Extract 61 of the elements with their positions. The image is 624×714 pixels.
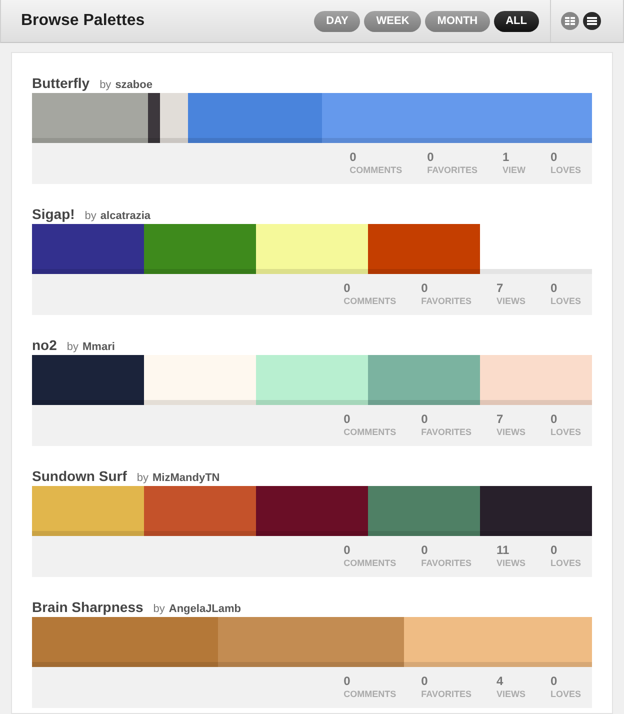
stat-label: FAVORITES bbox=[421, 557, 472, 569]
stat-count: 7 bbox=[496, 412, 504, 426]
byline-prefix: by bbox=[66, 340, 79, 355]
time-filter-tab[interactable]: ALL bbox=[494, 10, 539, 32]
stat-count: 1 bbox=[502, 150, 510, 164]
stat-count: 0 bbox=[344, 412, 352, 426]
stat-label: LOVES bbox=[550, 164, 581, 176]
grid-icon bbox=[565, 17, 575, 25]
page-title: Browse Palettes bbox=[20, 11, 145, 31]
palette-title-link[interactable]: no2 bbox=[32, 336, 57, 354]
stat-label: COMMENTS bbox=[344, 295, 396, 307]
byline-prefix: by bbox=[136, 471, 149, 486]
byline-prefix: by bbox=[100, 78, 112, 93]
byline-prefix: by bbox=[84, 209, 96, 224]
stat-count: 11 bbox=[496, 543, 510, 557]
stat-label: VIEW bbox=[502, 164, 526, 176]
stat-label: LOVES bbox=[550, 688, 581, 700]
list-icon bbox=[587, 17, 597, 25]
palette-title-link[interactable]: Brain Sharpness bbox=[32, 598, 144, 616]
stat-count: 0 bbox=[421, 281, 429, 295]
stat-label: LOVES bbox=[550, 426, 581, 438]
stat-count: 4 bbox=[496, 674, 504, 688]
stat-label: COMMENTS bbox=[344, 557, 396, 569]
author-link[interactable]: MizMandyTN bbox=[152, 470, 220, 486]
author-link[interactable]: szaboe bbox=[115, 77, 152, 94]
stat-count: 0 bbox=[344, 543, 352, 557]
stat-label: COMMENTS bbox=[344, 688, 396, 700]
stat-count: 0 bbox=[550, 674, 558, 688]
stat-label: COMMENTS bbox=[344, 426, 396, 438]
stat-count: 0 bbox=[421, 674, 429, 688]
stat-count: 0 bbox=[344, 674, 352, 688]
stat-label: LOVES bbox=[550, 295, 581, 307]
grid-view-button[interactable] bbox=[561, 12, 579, 30]
stat-label: COMMENTS bbox=[350, 164, 402, 176]
stat-count: 0 bbox=[550, 150, 558, 164]
list-view-button[interactable] bbox=[583, 12, 601, 30]
author-link[interactable]: AngelaJLamb bbox=[168, 601, 242, 618]
author-link[interactable]: Mmari bbox=[82, 339, 115, 356]
stat-count: 0 bbox=[421, 543, 429, 557]
stat-label: FAVORITES bbox=[421, 426, 472, 438]
palette-title-link[interactable]: Sundown Surf bbox=[32, 467, 127, 485]
stat-label: VIEWS bbox=[496, 426, 526, 438]
stat-label: VIEWS bbox=[496, 688, 526, 700]
stat-count: 7 bbox=[496, 281, 504, 295]
stat-count: 0 bbox=[344, 281, 352, 295]
palette-title-link[interactable]: Sigap! bbox=[32, 205, 75, 223]
stat-count: 0 bbox=[427, 150, 435, 164]
stat-count: 0 bbox=[550, 543, 558, 557]
byline-prefix: by bbox=[153, 602, 165, 617]
stat-label: FAVORITES bbox=[421, 295, 472, 307]
stat-count: 0 bbox=[550, 412, 558, 426]
stat-count: 0 bbox=[350, 150, 358, 164]
stat-label: LOVES bbox=[550, 557, 581, 569]
palette-title-link[interactable]: Butterfly bbox=[32, 74, 90, 92]
stat-label: FAVORITES bbox=[421, 688, 472, 700]
stat-count: 0 bbox=[550, 281, 558, 295]
stat-label: VIEWS bbox=[496, 295, 526, 307]
stat-count: 0 bbox=[421, 412, 429, 426]
stat-label: FAVORITES bbox=[427, 164, 478, 176]
author-link[interactable]: alcatrazia bbox=[100, 208, 151, 224]
stat-label: VIEWS bbox=[496, 557, 526, 569]
